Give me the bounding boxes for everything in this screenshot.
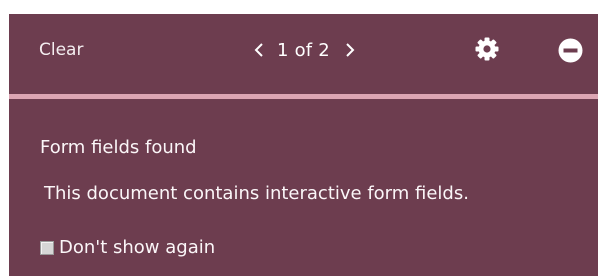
notice-title: Form fields found (40, 137, 197, 158)
dont-show-again-label: Don't show again (59, 237, 216, 258)
next-field-button[interactable] (340, 38, 360, 62)
toolbar-divider (9, 94, 598, 99)
dont-show-again-option[interactable]: Don't show again (40, 237, 215, 258)
notification-toolbar: Clear 1 of 2 (9, 14, 598, 94)
dont-show-again-checkbox[interactable] (40, 240, 54, 255)
chevron-left-icon (254, 43, 263, 57)
pager-count: 1 of 2 (277, 39, 330, 61)
previous-field-button[interactable] (249, 38, 269, 62)
minus-circle-icon[interactable] (558, 38, 583, 63)
form-fields-notification-panel: Clear 1 of 2 Form fields found This docu… (9, 14, 598, 276)
chevron-right-icon (346, 43, 355, 57)
clear-button[interactable]: Clear (39, 40, 83, 60)
field-pager: 1 of 2 (249, 38, 360, 62)
notice-message: This document contains interactive form … (44, 183, 469, 204)
gear-icon[interactable] (474, 36, 500, 62)
